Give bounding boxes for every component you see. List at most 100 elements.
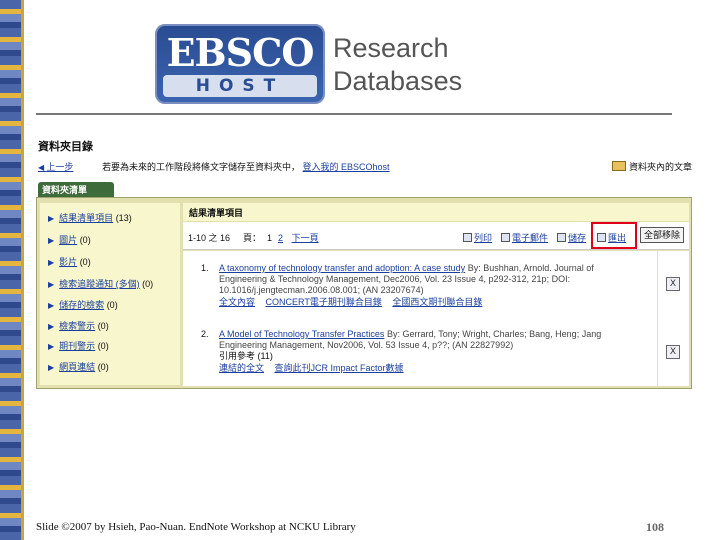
sidebar-item-label: 檢索警示 — [59, 321, 96, 331]
jcr-link[interactable]: 查詢此刊JCR Impact Factor數據 — [275, 363, 404, 373]
arrow-icon: ▶ — [48, 214, 55, 223]
sidebar-item-images[interactable]: ▶ 圖片 (0) — [48, 233, 91, 246]
sidebar-item-saved-searches[interactable]: ▶ 儲存的檢索 (0) — [48, 298, 118, 311]
result-meta-2: Engineering Management, Nov2006, Vol. 53… — [219, 340, 514, 350]
email-icon — [501, 233, 510, 242]
sidebar-item-count: (0) — [97, 362, 109, 372]
arrow-icon: ▶ — [48, 258, 55, 267]
result-range: 1-10 之 16 — [188, 233, 231, 243]
ebsco-logo-box: EBSCO HOST — [155, 24, 325, 104]
sidebar-item-label: 檢索追蹤通知 (多個) — [59, 279, 140, 289]
sidebar-item-journal-alerts[interactable]: ▶ 期刊警示 (0) — [48, 339, 109, 352]
save-button[interactable]: 儲存 — [557, 231, 586, 244]
page-current: 1 — [267, 233, 273, 243]
sidebar-item-label: 結果清單項目 — [59, 213, 114, 223]
pagination: 頁： 1 2 下一頁 — [243, 231, 319, 244]
next-page-link[interactable]: 下一頁 — [292, 233, 319, 243]
slide-border — [0, 0, 24, 540]
nav-row: 上一步 若要為未來的工作階段將條文字儲存至資料夾中， 登入我的 EBSCOhos… — [38, 160, 692, 176]
result-body: A taxonomy of technology transfer and ad… — [219, 263, 641, 308]
logo-top-text: EBSCO — [166, 30, 315, 75]
arrow-icon: ▶ — [48, 301, 55, 310]
back-link[interactable]: 上一步 — [38, 160, 73, 173]
export-highlight — [591, 222, 637, 249]
result-number: 1. — [201, 263, 209, 273]
folder-contents-link[interactable]: 資料夾內的文章 — [611, 160, 692, 173]
save-icon — [557, 233, 566, 242]
page-label: 頁： — [243, 233, 262, 243]
sidebar-item-count: (0) — [106, 300, 118, 310]
instruction-text: 若要為未來的工作階段將條文字儲存至資料夾中， 登入我的 EBSCOhost — [102, 160, 390, 173]
email-label: 電子郵件 — [512, 233, 549, 243]
sidebar-item-count: (0) — [79, 235, 91, 245]
union-catalog-link[interactable]: 全國西文期刊聯合目錄 — [392, 297, 482, 307]
sidebar-item-label: 期刊警示 — [59, 341, 96, 351]
result-number: 2. — [201, 329, 209, 339]
result-meta-1: By: Gerrard, Tony; Wright, Charles; Bang… — [386, 329, 602, 339]
linked-fulltext-link[interactable]: 連結的全文 — [219, 363, 264, 373]
logo-tagline: Research Databases — [333, 32, 462, 98]
cited-references: 引用參考 (11) — [219, 351, 273, 361]
results-side-column — [657, 251, 689, 386]
save-label: 儲存 — [568, 233, 587, 243]
sidebar-item-count: (0) — [97, 341, 109, 351]
result-item: 2. A Model of Technology Transfer Practi… — [201, 329, 641, 374]
result-meta-1: By: Bushhan, Arnold. Journal of — [467, 263, 594, 273]
folder-icon — [611, 161, 626, 171]
results-header: 結果清單項目 — [183, 203, 689, 221]
print-label: 列印 — [474, 233, 493, 243]
tab-folder-list[interactable]: 資料夾清單 — [38, 182, 114, 198]
sidebar-item-count: (0) — [142, 279, 154, 289]
page-title: 資料夾目錄 — [38, 141, 93, 153]
print-icon — [463, 233, 472, 242]
results-list: 1. A taxonomy of technology transfer and… — [183, 251, 657, 386]
sidebar-item-count: (0) — [97, 321, 109, 331]
sidebar-item-search-notify[interactable]: ▶ 檢索警示 (0) — [48, 319, 109, 332]
result-title-link[interactable]: A taxonomy of technology transfer and ad… — [219, 263, 465, 273]
logo-line-2: Databases — [333, 66, 463, 96]
arrow-icon: ▶ — [48, 280, 55, 289]
concert-link[interactable]: CONCERT電子期刊聯合目錄 — [266, 297, 382, 307]
arrow-icon: ▶ — [48, 236, 55, 245]
result-citation-line1: A taxonomy of technology transfer and ad… — [219, 263, 641, 274]
result-meta-2: Engineering & Technology Management, Dec… — [219, 274, 571, 284]
sidebar-item-videos[interactable]: ▶ 影片 (0) — [48, 255, 91, 268]
result-body: A Model of Technology Transfer Practices… — [219, 329, 641, 374]
logo-line-1: Research — [333, 33, 449, 63]
sidebar-item-results[interactable]: ▶ 結果清單項目 (13) — [48, 211, 132, 224]
remove-all-button[interactable]: 全部移除 — [640, 227, 684, 243]
fulltext-link[interactable]: 全文內容 — [219, 297, 255, 307]
email-button[interactable]: 電子郵件 — [501, 231, 548, 244]
divider — [36, 113, 672, 115]
slide-footer: Slide ©2007 by Hsieh, Pao-Nuan. EndNote … — [36, 521, 356, 533]
result-title-link[interactable]: A Model of Technology Transfer Practices — [219, 329, 384, 339]
results-toolbar: 1-10 之 16 頁： 1 2 下一頁 列印 電子郵件 儲存 匯出 全部移除 — [183, 222, 689, 250]
page-2-link[interactable]: 2 — [278, 233, 283, 243]
sidebar-item-web-links[interactable]: ▶ 網頁連結 (0) — [48, 360, 109, 373]
arrow-icon: ▶ — [48, 342, 55, 351]
remove-item-button[interactable]: X — [666, 277, 680, 291]
sidebar-item-count: (13) — [115, 213, 132, 223]
arrow-icon: ▶ — [48, 363, 55, 372]
login-link[interactable]: 登入我的 EBSCOhost — [303, 162, 390, 172]
sidebar-item-count: (0) — [79, 257, 91, 267]
logo-bottom-text: HOST — [163, 75, 317, 97]
print-button[interactable]: 列印 — [463, 231, 492, 244]
sidebar-item-label: 圖片 — [59, 235, 78, 245]
slide-page-number: 108 — [646, 520, 664, 534]
sidebar-item-label: 影片 — [59, 257, 78, 267]
sidebar-item-search-alerts[interactable]: ▶ 檢索追蹤通知 (多個) (0) — [48, 277, 153, 290]
ebsco-logo: EBSCO HOST Research Databases — [155, 24, 462, 104]
result-citation-line1: A Model of Technology Transfer Practices… — [219, 329, 641, 340]
folder-contents-label: 資料夾內的文章 — [628, 162, 692, 172]
result-links: 連結的全文 查詢此刊JCR Impact Factor數據 — [219, 363, 641, 374]
remove-item-button[interactable]: X — [666, 345, 680, 359]
result-links: 全文內容 CONCERT電子期刊聯合目錄 全國西文期刊聯合目錄 — [219, 297, 641, 308]
sidebar-item-label: 儲存的檢索 — [59, 300, 105, 310]
sidebar-item-label: 網頁連結 — [59, 362, 96, 372]
sidebar: ▶ 結果清單項目 (13) ▶ 圖片 (0) ▶ 影片 (0) ▶ 檢索追蹤通知 (多個… — [40, 203, 180, 385]
arrow-icon: ▶ — [48, 322, 55, 331]
instruction-label: 若要為未來的工作階段將條文字儲存至資料夾中， — [102, 162, 301, 172]
result-item: 1. A taxonomy of technology transfer and… — [201, 263, 641, 308]
result-meta-3: 10.1016/j.jengtecman.2006.08.001; (AN 23… — [219, 285, 424, 295]
